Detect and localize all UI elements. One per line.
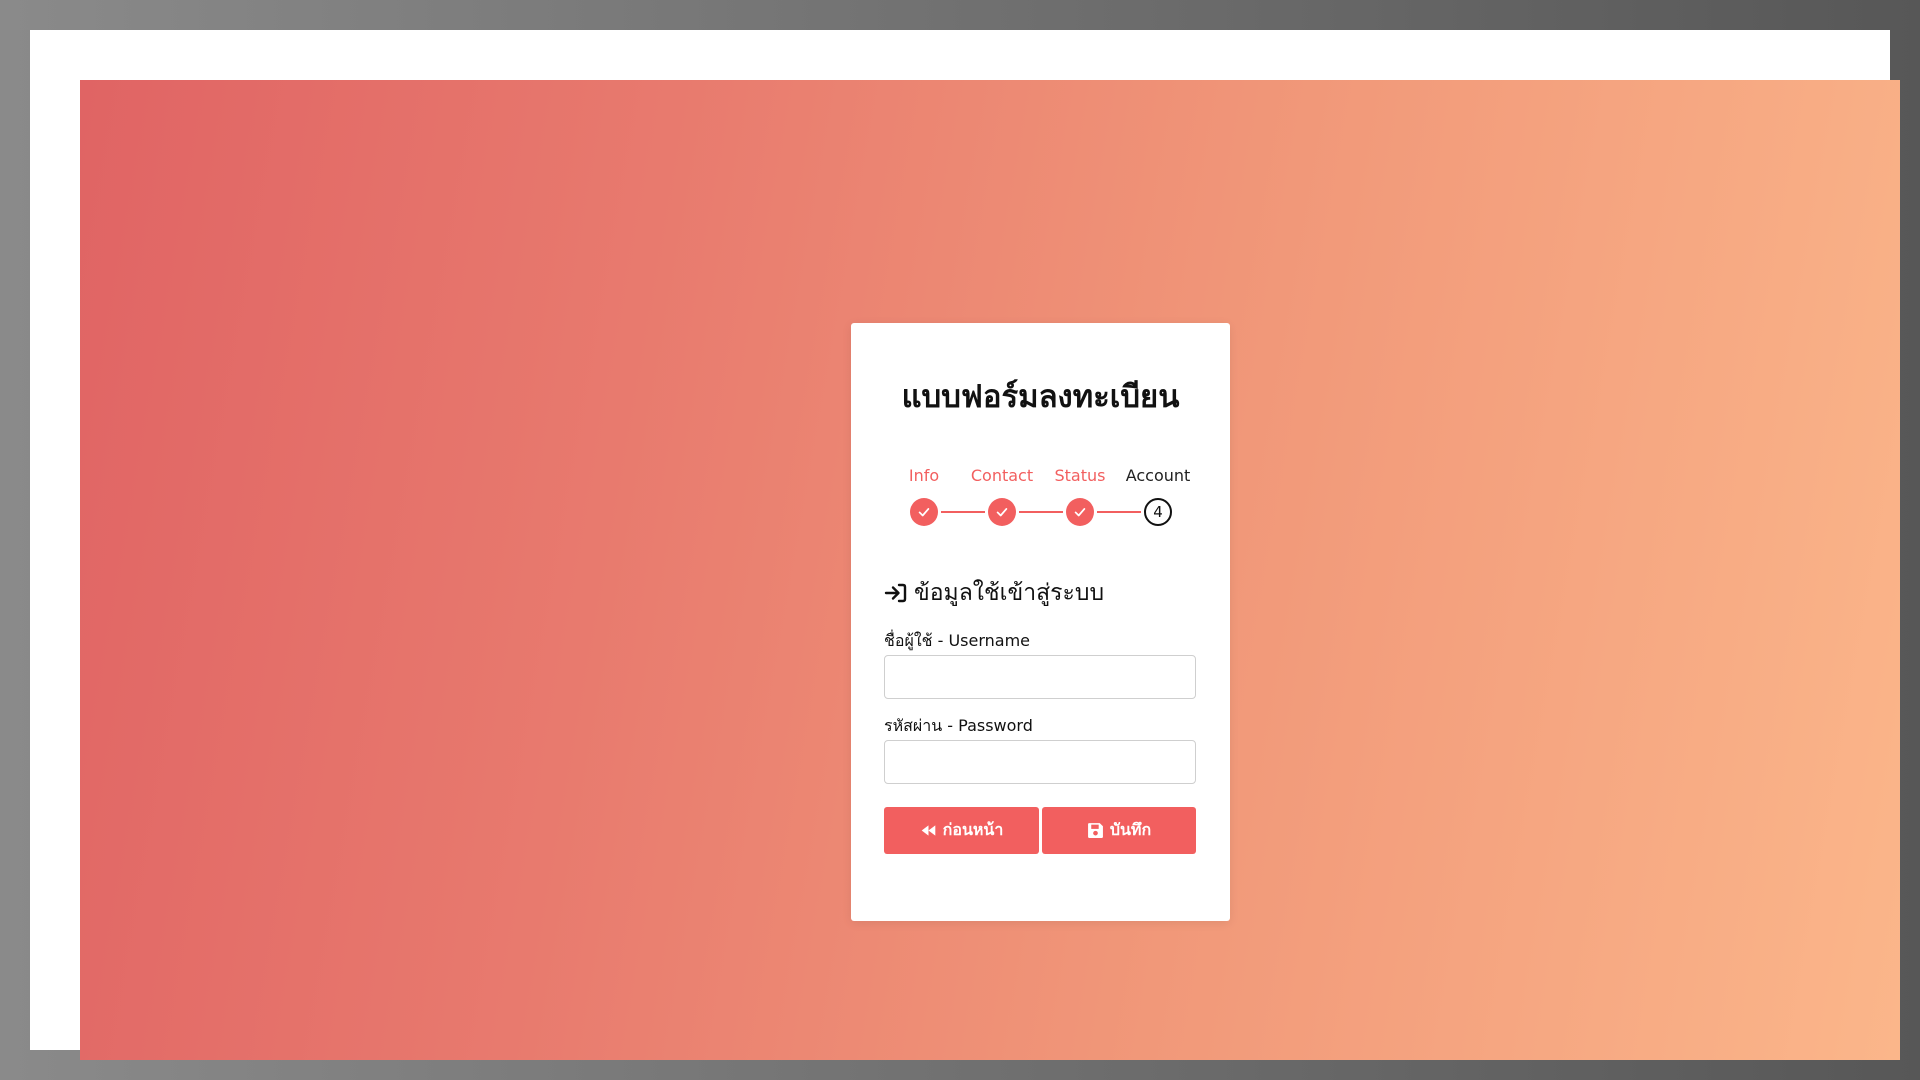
- step-connector: [1019, 511, 1063, 513]
- section-title: ข้อมูลใช้เข้าสู่ระบบ: [914, 580, 1105, 606]
- step-dot-contact[interactable]: [988, 498, 1016, 526]
- check-icon: [918, 508, 930, 517]
- step-connector: [1097, 511, 1141, 513]
- backward-icon: [921, 825, 935, 836]
- username-input[interactable]: [884, 655, 1196, 699]
- save-icon: [1087, 823, 1103, 838]
- step-label-contact[interactable]: Contact: [957, 466, 1047, 485]
- step-connector: [941, 511, 985, 513]
- window-background: แบบฟอร์มลงทะเบียน Info Contact Status Ac…: [0, 0, 1920, 1080]
- sign-in-icon: [884, 583, 907, 603]
- stepper-labels: Info Contact Status Account: [851, 466, 1230, 486]
- username-label: ชื่อผู้ใช้ - Username: [884, 631, 1031, 650]
- back-button[interactable]: ก่อนหน้า: [884, 807, 1039, 854]
- form-title: แบบฟอร์มลงทะเบียน: [901, 379, 1180, 415]
- password-label: รหัสผ่าน - Password: [884, 716, 1033, 735]
- step-number: 4: [1153, 503, 1163, 521]
- save-button-label: บันทึก: [1109, 820, 1152, 839]
- step-dot-info[interactable]: [910, 498, 938, 526]
- password-input[interactable]: [884, 740, 1196, 784]
- back-button-label: ก่อนหน้า: [942, 820, 1004, 839]
- page-background: แบบฟอร์มลงทะเบียน Info Contact Status Ac…: [80, 80, 1900, 1060]
- step-label-status[interactable]: Status: [1035, 466, 1125, 485]
- stepper: 4: [851, 498, 1230, 528]
- section-heading: ข้อมูลใช้เข้าสู่ระบบ: [884, 575, 1104, 611]
- check-icon: [996, 508, 1008, 517]
- step-dot-status[interactable]: [1066, 498, 1094, 526]
- window-frame: แบบฟอร์มลงทะเบียน Info Contact Status Ac…: [30, 30, 1900, 1060]
- step-dot-account[interactable]: 4: [1144, 498, 1172, 526]
- registration-card: แบบฟอร์มลงทะเบียน Info Contact Status Ac…: [851, 323, 1230, 921]
- check-icon: [1074, 508, 1086, 517]
- step-label-info[interactable]: Info: [879, 466, 969, 485]
- step-label-account[interactable]: Account: [1113, 466, 1203, 485]
- save-button[interactable]: บันทึก: [1042, 807, 1196, 854]
